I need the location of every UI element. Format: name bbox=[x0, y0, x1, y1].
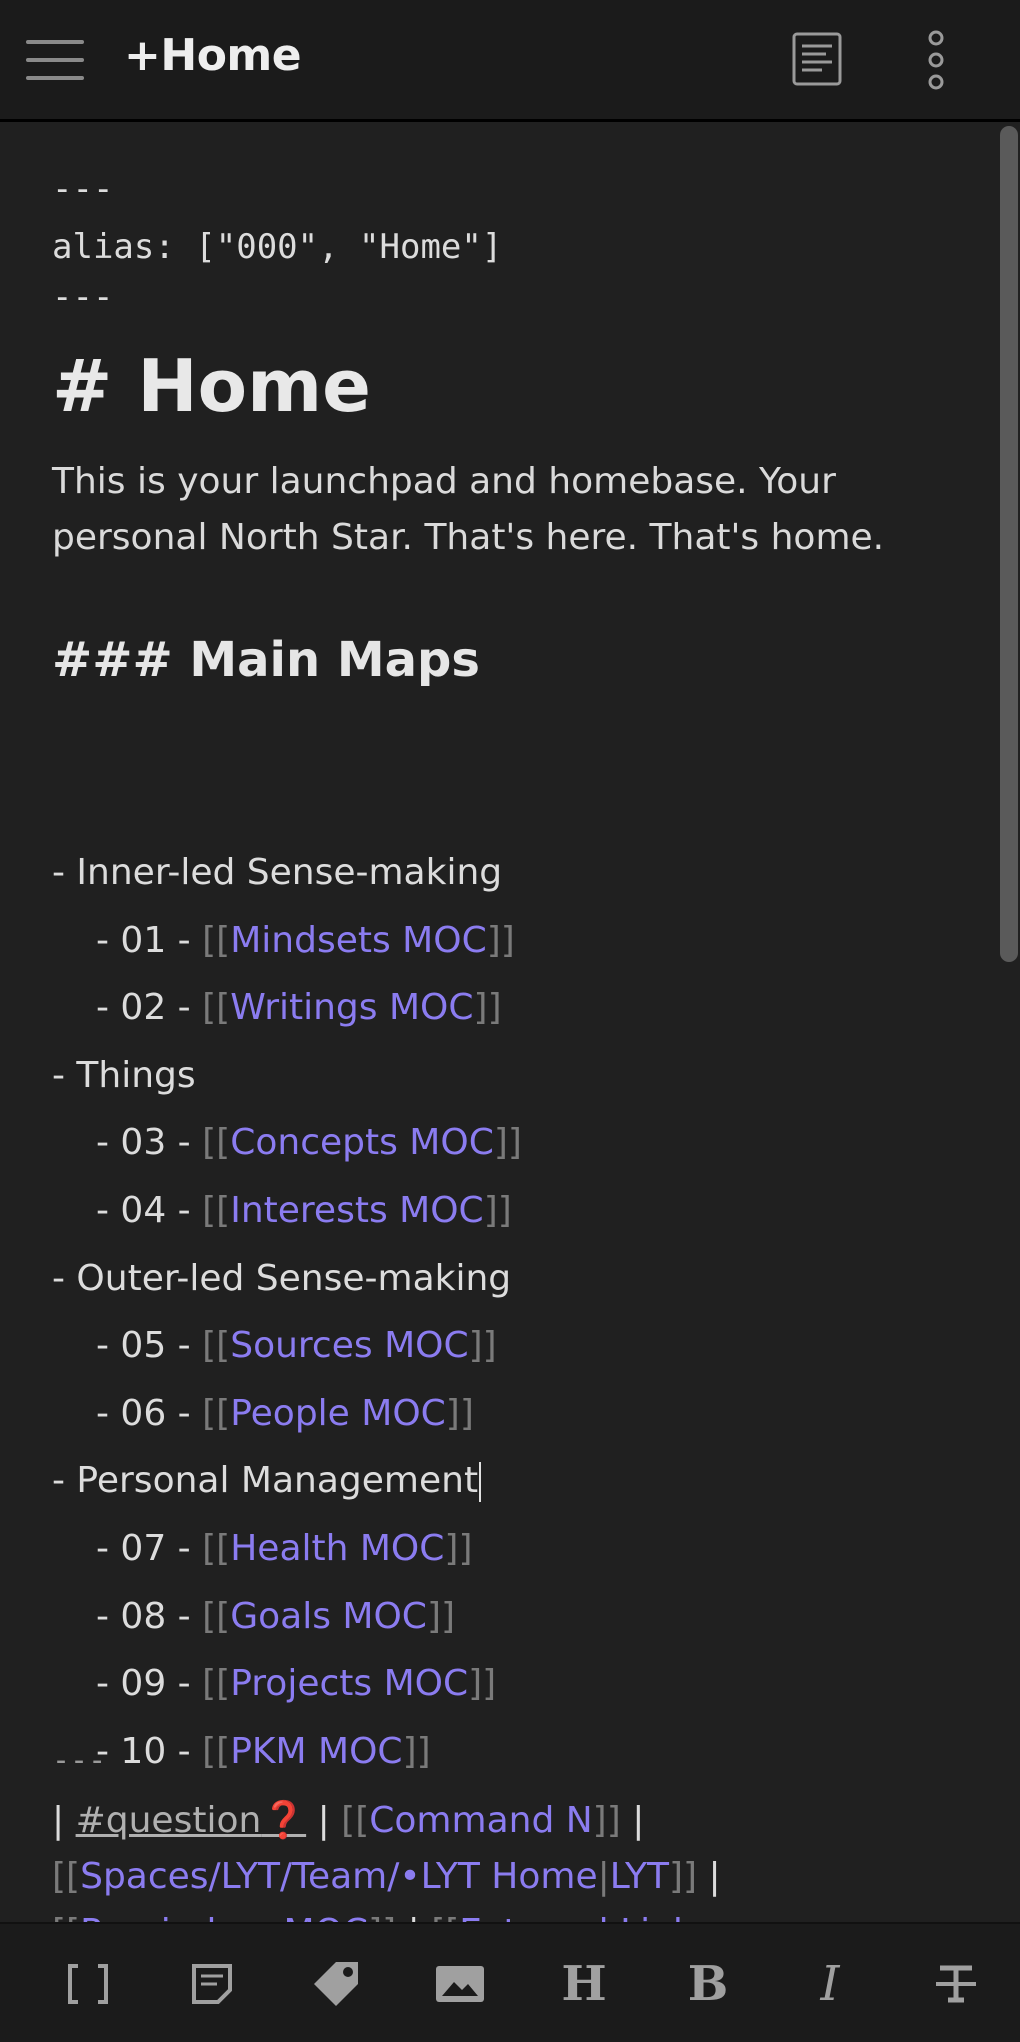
tag-icon[interactable] bbox=[304, 1952, 368, 2016]
section-label: - Inner-led Sense-making bbox=[52, 852, 503, 893]
internal-link[interactable]: Interests MOC bbox=[230, 1190, 483, 1231]
heading-icon[interactable]: H bbox=[552, 1952, 616, 2016]
pipe: | bbox=[632, 1800, 645, 1841]
italic-icon[interactable]: I bbox=[798, 1952, 862, 2016]
link-bracket-close: ]] bbox=[473, 987, 502, 1029]
link-bracket-close: ]] bbox=[402, 1730, 431, 1772]
strikethrough-icon[interactable] bbox=[924, 1952, 988, 2016]
list-item: - 09 - [[Projects MOC]] bbox=[96, 1657, 496, 1711]
link-reminders-moc[interactable]: Reminders MOC bbox=[80, 1912, 368, 1922]
link-lyt-alias[interactable]: LYT bbox=[610, 1856, 669, 1897]
section-label: - Things bbox=[52, 1054, 196, 1096]
link-bracket-close: ]] bbox=[483, 1190, 512, 1231]
link-bracket-open: [[ bbox=[202, 987, 231, 1029]
pipe: | bbox=[52, 1800, 65, 1841]
link-bracket-open: [[ bbox=[202, 1730, 231, 1772]
frontmatter-alias: alias: ["000", "Home"] bbox=[52, 227, 503, 267]
internal-link[interactable]: Projects MOC bbox=[230, 1663, 468, 1704]
intro-paragraph: This is your launchpad and homebase. You… bbox=[52, 461, 885, 558]
list-item: - 05 - [[Sources MOC]] bbox=[96, 1319, 497, 1373]
link-bracket-open: [[ bbox=[202, 1392, 231, 1434]
list-item: - 07 - [[Health MOC]] bbox=[96, 1522, 473, 1576]
list-item-prefix: - 01 - bbox=[96, 919, 203, 961]
list-item-prefix: - 03 - bbox=[96, 1122, 203, 1164]
section-label: - Outer-led Sense-making bbox=[52, 1257, 512, 1299]
pipe: | bbox=[708, 1856, 721, 1897]
internal-link[interactable]: PKM MOC bbox=[230, 1731, 402, 1772]
internal-link[interactable]: Goals MOC bbox=[230, 1596, 427, 1637]
list-item: - 01 - [[Mindsets MOC]] bbox=[96, 914, 515, 968]
footer-line-1: | #question❓ | [[Command N]] | bbox=[52, 1800, 645, 1841]
formatting-toolbar: H B I bbox=[0, 1922, 1020, 2042]
link-bracket-close: ]] bbox=[493, 1122, 522, 1164]
note-icon[interactable] bbox=[180, 1952, 244, 2016]
link-external-links[interactable]: External Links bbox=[459, 1912, 712, 1922]
frontmatter-start: --- bbox=[52, 169, 114, 209]
pipe: | bbox=[317, 1800, 330, 1841]
link-bracket-close: ]] bbox=[426, 1595, 456, 1637]
link-bracket-open: [[ bbox=[202, 1122, 231, 1164]
text-cursor bbox=[479, 1462, 482, 1503]
list-item: - 10 - [[PKM MOC]] bbox=[96, 1725, 431, 1779]
link-bracket-close: ]] bbox=[486, 919, 515, 961]
list-item: - 06 - [[People MOC]] bbox=[96, 1387, 474, 1441]
list-item: - 03 - [[Concepts MOC]] bbox=[96, 1116, 522, 1170]
list-item-prefix: - 04 - bbox=[96, 1190, 203, 1231]
link-bracket-open: [[ bbox=[202, 1528, 231, 1569]
top-bar: +Home bbox=[0, 0, 1020, 122]
footer-line-3: [[Reminders MOC]] | [[External Links bbox=[52, 1906, 713, 1922]
scrollbar-thumb[interactable] bbox=[1000, 126, 1018, 962]
link-bracket-close: ]] bbox=[468, 1663, 497, 1705]
list-item: - 08 - [[Goals MOC]] bbox=[96, 1590, 455, 1644]
link-bracket-close: ]] bbox=[468, 1325, 497, 1367]
link-bracket-open: [[ bbox=[202, 1663, 231, 1705]
internal-link[interactable]: Health MOC bbox=[230, 1528, 444, 1569]
link-bracket-open: [[ bbox=[202, 1595, 231, 1637]
list-item-prefix: - 10 - bbox=[96, 1730, 203, 1772]
link-bracket-close: ]] bbox=[445, 1392, 474, 1434]
list-item-prefix: - 05 - bbox=[96, 1325, 203, 1367]
hamburger-menu-icon[interactable] bbox=[26, 38, 84, 82]
heading-main-maps: ### Main Maps bbox=[52, 632, 480, 688]
link-bracket-close: ]] bbox=[444, 1528, 473, 1569]
brackets-icon[interactable] bbox=[56, 1952, 120, 2016]
divider: --- bbox=[52, 1743, 107, 1778]
internal-link[interactable]: Concepts MOC bbox=[230, 1122, 494, 1163]
link-lyt-home[interactable]: Spaces/LYT/Team/•LYT Home bbox=[80, 1856, 598, 1897]
question-mark-icon: ❓ bbox=[261, 1800, 307, 1841]
list-item: - 02 - [[Writings MOC]] bbox=[96, 981, 502, 1035]
frontmatter-end: --- bbox=[52, 277, 114, 317]
markdown-editor[interactable]: --- alias: ["000", "Home"] --- # Home Th… bbox=[0, 122, 1020, 1922]
link-bracket-open: [[ bbox=[202, 1325, 231, 1367]
internal-link[interactable]: Writings MOC bbox=[230, 987, 473, 1028]
more-options-icon[interactable] bbox=[906, 30, 966, 90]
list-item-prefix: - 02 - bbox=[96, 987, 203, 1029]
tag-question[interactable]: #question❓ bbox=[76, 1800, 307, 1841]
link-command-n[interactable]: Command N bbox=[369, 1800, 592, 1841]
scrollbar[interactable] bbox=[996, 122, 1020, 1922]
internal-link[interactable]: People MOC bbox=[230, 1393, 446, 1434]
list-item-prefix: - 06 - bbox=[96, 1392, 203, 1434]
internal-link[interactable]: Mindsets MOC bbox=[230, 920, 486, 961]
page-title: +Home bbox=[124, 30, 302, 81]
list-item-prefix: - 08 - bbox=[96, 1595, 203, 1637]
list-item-prefix: - 09 - bbox=[96, 1663, 203, 1705]
link-bracket-open: [[ bbox=[202, 1190, 231, 1231]
section-label: - Personal Management bbox=[52, 1454, 482, 1508]
heading-home: # Home bbox=[52, 344, 371, 428]
image-icon[interactable] bbox=[428, 1952, 492, 2016]
internal-link[interactable]: Sources MOC bbox=[230, 1325, 468, 1366]
list-item-prefix: - 07 - bbox=[96, 1528, 203, 1569]
bold-icon[interactable]: B bbox=[676, 1952, 740, 2016]
pipe: | bbox=[408, 1912, 420, 1922]
list-item: - 04 - [[Interests MOC]] bbox=[96, 1184, 512, 1238]
footer-line-2: [[Spaces/LYT/Team/•LYT Home|LYT]] | bbox=[52, 1856, 721, 1897]
link-bracket-open: [[ bbox=[202, 919, 231, 961]
reading-view-icon[interactable] bbox=[788, 30, 848, 90]
